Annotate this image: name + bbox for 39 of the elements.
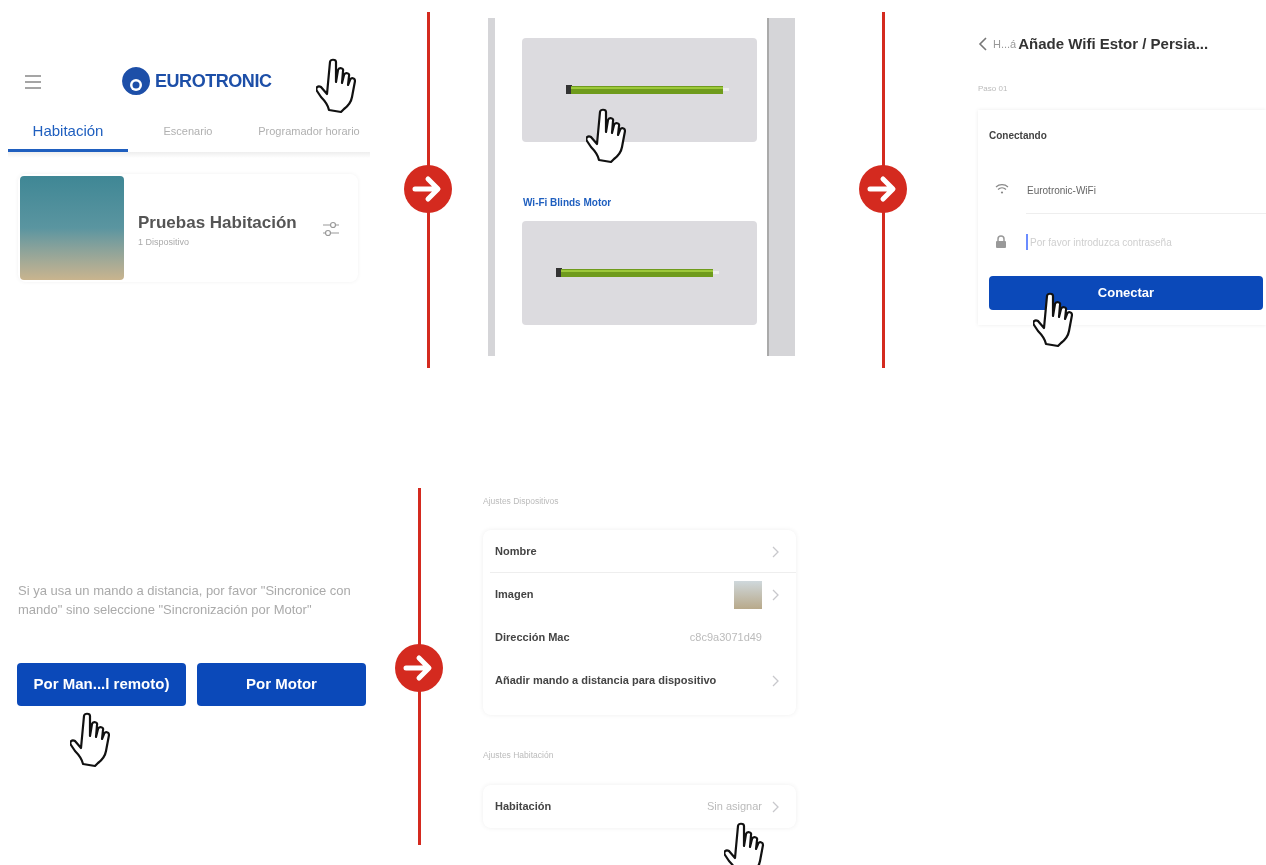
sliders-icon[interactable] xyxy=(322,220,340,238)
room-name: Pruebas Habitación xyxy=(138,212,297,234)
row-label: Imagen xyxy=(495,587,534,603)
settings-row[interactable]: Habitación Sin asignar xyxy=(483,785,796,828)
motor-card[interactable] xyxy=(522,38,757,142)
screen-title: Añade Wifi Estor / Persia... xyxy=(1018,34,1209,54)
chevron-right-icon xyxy=(772,545,780,558)
chevron-right-icon xyxy=(772,588,780,601)
row-label: Añadir mando a distancia para dispositivo xyxy=(495,673,717,689)
section-title: Wi-Fi Blinds Motor xyxy=(523,196,612,210)
settings-row[interactable]: Añadir mando a distancia para dispositivo xyxy=(483,659,796,702)
row-label: Dirección Mac xyxy=(495,630,570,646)
network-name: Eurotronic-WiFi xyxy=(1027,184,1096,198)
chevron-right-icon xyxy=(772,800,780,813)
sync-button[interactable]: Por Man...l remoto) xyxy=(17,663,186,706)
back-icon[interactable] xyxy=(978,37,987,52)
wifi-icon xyxy=(995,183,1009,194)
step-label: Paso 01 xyxy=(978,83,1008,95)
row-value: c8c9a3071d49 xyxy=(689,630,762,646)
card-title: Conectando xyxy=(989,129,1047,143)
menu-icon[interactable] xyxy=(25,75,41,89)
settings-row[interactable]: Nombre xyxy=(483,530,796,573)
section-header: Ajustes Dispositivos xyxy=(483,495,559,508)
settings-row[interactable]: Dirección Mac c8c9a3071d49 xyxy=(483,616,796,659)
sync-button[interactable]: Por Motor xyxy=(197,663,366,706)
lock-icon xyxy=(995,235,1007,248)
row-value: Sin asignar xyxy=(706,799,762,815)
device-count: 1 Dispositivo xyxy=(138,236,190,249)
motor-card[interactable] xyxy=(522,221,757,325)
logo-text: EUROTRONIC xyxy=(155,69,272,93)
message-text: Si ya usa un mando a distancia, por favor "Sincronice con mando" sino seleccione "Sincronización por Motor" xyxy=(18,582,352,619)
connect-button[interactable]: Conectar xyxy=(989,276,1263,310)
photo-thumbnail xyxy=(734,580,762,609)
row-label: Nombre xyxy=(495,544,537,560)
logo-icon xyxy=(121,66,151,96)
chevron-right-icon xyxy=(772,674,780,687)
row-label: Habitación xyxy=(495,799,552,815)
settings-row[interactable]: Imagen xyxy=(483,573,796,616)
section-header: Ajustes Habitación xyxy=(483,749,554,762)
